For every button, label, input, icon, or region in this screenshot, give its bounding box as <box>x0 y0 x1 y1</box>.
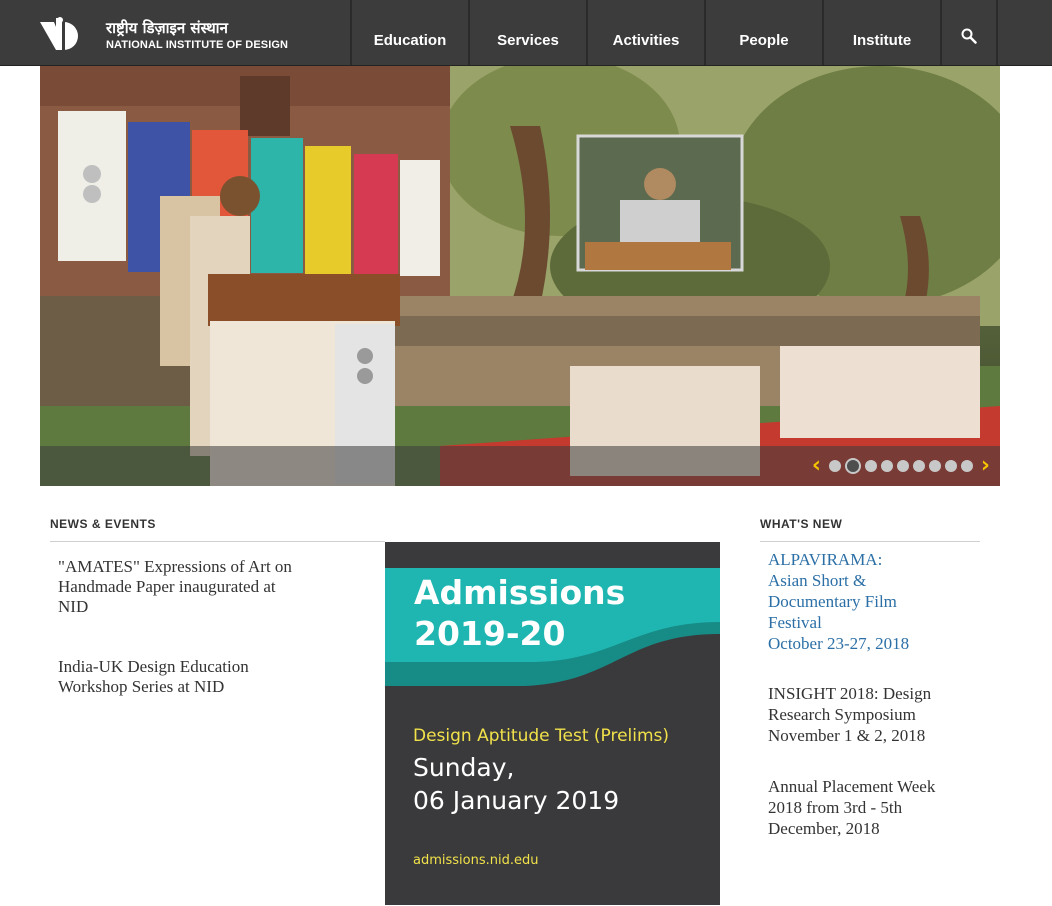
slider-dot[interactable] <box>928 460 941 472</box>
search-icon <box>961 28 977 44</box>
whats-new-item[interactable]: INSIGHT 2018: Design Research Symposium … <box>768 683 978 746</box>
slider-dot[interactable] <box>864 460 877 472</box>
top-navigation-bar: राष्ट्रीय डिज़ाइन संस्थान NATIONAL INSTI… <box>0 0 1052 66</box>
news-item[interactable]: India-UK Design Education Workshop Serie… <box>58 657 308 697</box>
admissions-title: Admissions 2019-20 <box>414 573 626 653</box>
slider-dot[interactable] <box>960 460 973 472</box>
slider-dot[interactable] <box>912 460 925 472</box>
slider-dots <box>827 458 975 474</box>
whats-new-divider <box>760 541 980 542</box>
news-events-heading: NEWS & EVENTS <box>50 517 156 531</box>
news-item[interactable]: "AMATES" Expressions of Art on Handmade … <box>58 557 308 617</box>
slider-dot[interactable] <box>880 460 893 472</box>
nid-logo[interactable]: राष्ट्रीय डिज़ाइन संस्थान NATIONAL INSTI… <box>40 14 300 54</box>
search-button[interactable] <box>940 0 998 65</box>
nav-services[interactable]: Services <box>468 0 586 65</box>
main-nav: Education Services Activities People Ins… <box>350 0 998 65</box>
hero-photo <box>40 66 1000 486</box>
hero-slider[interactable]: ‹ › <box>40 66 1000 486</box>
slider-dot[interactable] <box>844 458 861 474</box>
nav-activities[interactable]: Activities <box>586 0 704 65</box>
nav-people[interactable]: People <box>704 0 822 65</box>
nav-institute[interactable]: Institute <box>822 0 940 65</box>
slider-dot[interactable] <box>896 460 909 472</box>
whats-new-item[interactable]: Annual Placement Week 2018 from 3rd - 5t… <box>768 776 978 839</box>
news-divider <box>50 541 385 542</box>
whats-new-item[interactable]: ALPAVIRAMA: Asian Short & Documentary Fi… <box>768 549 978 654</box>
admissions-date: Sunday, 06 January 2019 <box>413 753 620 815</box>
logo-hindi-text: राष्ट्रीय डिज़ाइन संस्थान <box>106 19 228 37</box>
logo-english-text: NATIONAL INSTITUTE OF DESIGN <box>106 39 289 51</box>
admissions-url[interactable]: admissions.nid.edu <box>413 853 538 868</box>
nav-education[interactable]: Education <box>350 0 468 65</box>
admissions-subtitle: Design Aptitude Test (Prelims) <box>413 726 670 746</box>
slider-dot[interactable] <box>828 460 841 472</box>
chevron-left-icon[interactable]: ‹ <box>812 455 821 477</box>
chevron-right-icon[interactable]: › <box>981 455 990 477</box>
slider-controls: ‹ › <box>812 455 990 477</box>
slider-dot[interactable] <box>944 460 957 472</box>
nid-logo-icon <box>40 17 78 50</box>
whats-new-heading: WHAT'S NEW <box>760 517 843 531</box>
admissions-banner[interactable]: Admissions 2019-20 Design Aptitude Test … <box>385 542 720 905</box>
